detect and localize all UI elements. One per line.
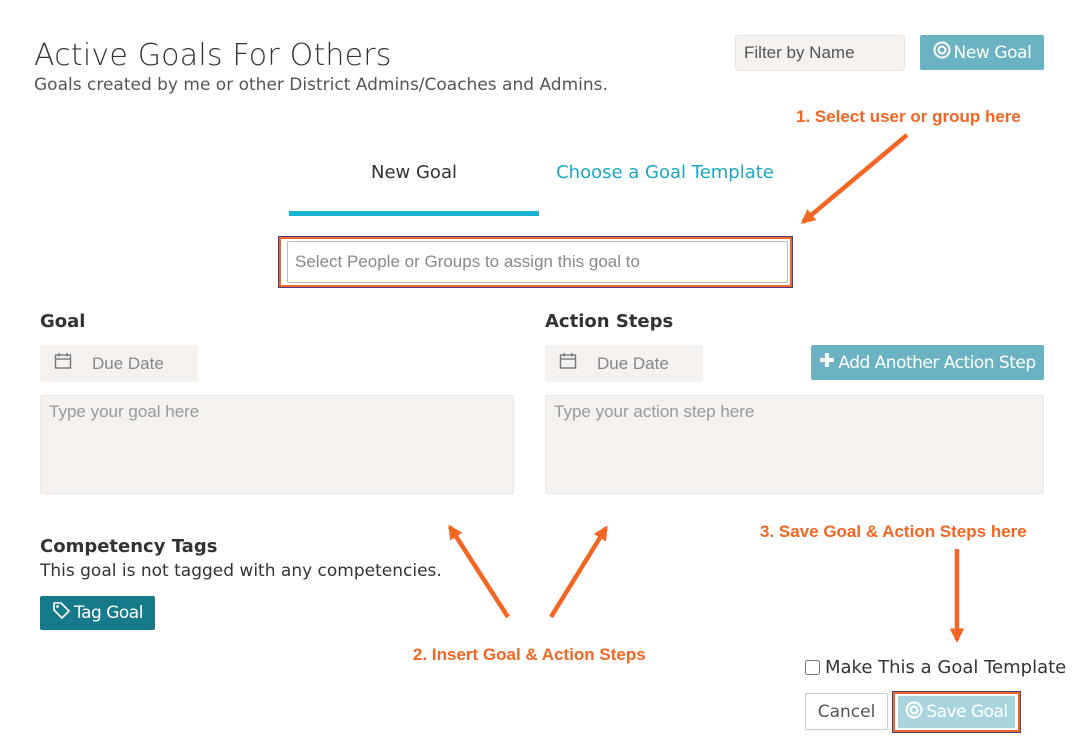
make-template-checkbox-row[interactable]: Make This a Goal Template — [805, 657, 1066, 678]
new-goal-button[interactable]: New Goal — [920, 35, 1044, 70]
page-subtitle: Goals created by me or other District Ad… — [34, 75, 608, 95]
action-step-textarea[interactable] — [545, 395, 1044, 494]
calendar-icon — [54, 352, 72, 375]
arrow-to-action-step — [549, 525, 608, 619]
target-icon — [905, 701, 923, 724]
tag-goal-label: Tag Goal — [74, 603, 143, 623]
tab-new-goal[interactable]: New Goal — [289, 162, 539, 183]
target-icon — [933, 41, 951, 64]
filter-by-name-input[interactable] — [735, 35, 905, 71]
tab-choose-goal-template[interactable]: Choose a Goal Template — [540, 162, 790, 183]
action-step-due-date-field[interactable] — [545, 345, 703, 382]
assign-people-groups-input[interactable] — [287, 241, 788, 283]
save-goal-label: Save Goal — [926, 702, 1008, 722]
arrow-to-assign — [800, 133, 909, 224]
save-goal-button[interactable]: Save Goal — [898, 696, 1015, 728]
action-steps-label: Action Steps — [545, 311, 674, 332]
goal-due-date-field[interactable] — [40, 345, 198, 382]
annotation-step-3: 3. Save Goal & Action Steps here — [760, 522, 1027, 541]
goal-label: Goal — [40, 311, 86, 332]
new-goal-label: New Goal — [953, 42, 1032, 63]
goal-textarea[interactable] — [40, 395, 514, 494]
cancel-button[interactable]: Cancel — [805, 693, 888, 730]
make-template-checkbox[interactable] — [805, 660, 820, 675]
add-action-step-label: Add Another Action Step — [838, 352, 1036, 373]
make-template-label: Make This a Goal Template — [825, 657, 1067, 678]
tag-icon — [52, 601, 71, 625]
action-step-due-date-input[interactable] — [597, 353, 697, 374]
add-another-action-step-button[interactable]: Add Another Action Step — [811, 345, 1044, 380]
competency-tags-title: Competency Tags — [40, 536, 218, 557]
annotation-step-1: 1. Select user or group here — [796, 107, 1021, 126]
competency-tags-description: This goal is not tagged with any compete… — [40, 561, 442, 581]
plus-icon — [819, 352, 835, 373]
page-title: Active Goals For Others — [34, 38, 392, 73]
goal-due-date-input[interactable] — [92, 353, 192, 374]
tag-goal-button[interactable]: Tag Goal — [40, 596, 155, 630]
calendar-icon — [559, 352, 577, 375]
annotation-step-2: 2. Insert Goal & Action Steps — [413, 645, 646, 664]
arrow-to-goal — [448, 524, 510, 619]
active-tab-indicator — [289, 211, 539, 216]
